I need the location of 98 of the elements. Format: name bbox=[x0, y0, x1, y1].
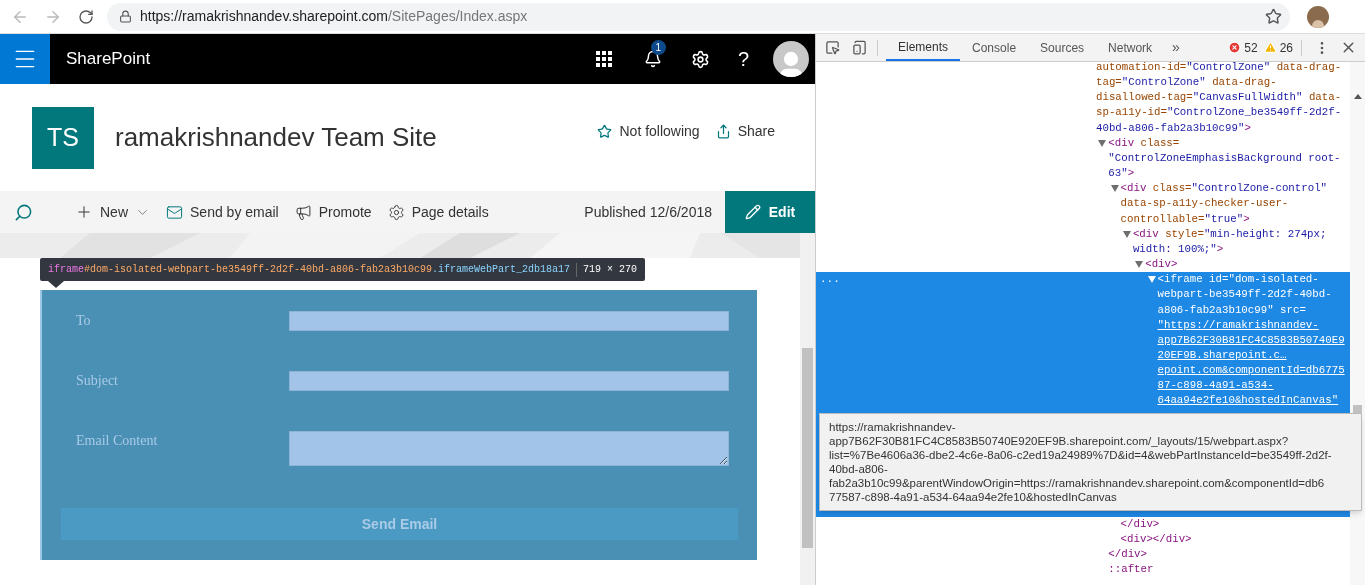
expanded-triangle-icon[interactable] bbox=[1110, 185, 1119, 193]
code-node-row[interactable]: <div class="ControlZone-control" data-sp-a11y-checker-user- controllable="true"> bbox=[816, 181, 1351, 227]
email-content-field[interactable] bbox=[289, 431, 729, 466]
code-line[interactable]: <iframe id="dom-isolated- bbox=[1157, 272, 1319, 288]
notification-count: 1 bbox=[650, 40, 666, 55]
code-line[interactable]: controllable="true"> bbox=[1120, 211, 1250, 227]
profile-avatar-icon[interactable] bbox=[1307, 5, 1329, 28]
element-tag: iframe bbox=[48, 263, 84, 276]
text-field[interactable] bbox=[289, 371, 729, 391]
code-line[interactable]: automation-id="ControlZone" data-drag- bbox=[1096, 62, 1342, 76]
url-path: /SitePages/Index.aspx bbox=[388, 7, 528, 26]
code-line[interactable]: 63"> bbox=[1108, 166, 1135, 182]
search-icon[interactable] bbox=[14, 202, 33, 222]
code-line[interactable]: </div> bbox=[1108, 546, 1147, 563]
share-button[interactable]: Share bbox=[715, 121, 775, 142]
help-glyph[interactable]: ? bbox=[737, 44, 749, 74]
expanded-triangle-icon[interactable] bbox=[1122, 230, 1131, 238]
field-label: Email Content bbox=[76, 432, 159, 450]
star-icon bbox=[597, 124, 613, 139]
bookmark-star-icon[interactable] bbox=[1265, 8, 1282, 25]
element-class: .iframeWebPart_2db18a17 bbox=[432, 263, 571, 276]
code-link[interactable]: 20EF9B.sharepoint.c… bbox=[1157, 347, 1287, 364]
user-avatar-icon[interactable] bbox=[773, 41, 809, 77]
error-icon bbox=[1228, 41, 1242, 54]
code-line[interactable]: <div style="min-height: 274px; bbox=[1132, 226, 1327, 242]
code-link[interactable]: epoint.com&componentId=db6775 bbox=[1157, 363, 1345, 379]
code-link[interactable]: "https://ramakrishnandev- bbox=[1157, 317, 1319, 333]
code-line[interactable]: disallowed-tag="CanvasFullWidth" data- bbox=[1096, 90, 1342, 106]
selection-ellipsis[interactable]: ... bbox=[820, 272, 840, 288]
devtools-tab[interactable]: Sources bbox=[1028, 34, 1097, 61]
site-title[interactable]: ramakrishnandev Team Site bbox=[115, 118, 437, 157]
menu-button[interactable] bbox=[0, 34, 50, 84]
lock-icon bbox=[119, 10, 132, 23]
code-line[interactable]: a806-fab2a3b10c99" src= bbox=[1157, 302, 1306, 318]
code-line[interactable]: data-sp-a11y-checker-user- bbox=[1120, 196, 1289, 212]
url-host: https://ramakrishnandev.sharepoint.com bbox=[140, 7, 388, 26]
warning-count[interactable]: 26 bbox=[1279, 38, 1293, 57]
field-label: To bbox=[76, 312, 92, 330]
pencil-icon bbox=[744, 204, 761, 220]
scrollbar-thumb[interactable] bbox=[802, 348, 813, 548]
mail-icon bbox=[166, 203, 183, 221]
code-line[interactable]: tag="ControlZone" data-drag- bbox=[1096, 75, 1277, 91]
code-line[interactable]: ::after bbox=[1108, 562, 1154, 578]
command-button[interactable]: New bbox=[75, 201, 150, 223]
share-icon bbox=[715, 124, 731, 139]
code-line[interactable]: webpart-be3549ff-2d2f-40bd- bbox=[1157, 287, 1332, 303]
field-label: Subject bbox=[76, 372, 119, 390]
devtools-tab[interactable]: Network bbox=[1096, 34, 1165, 61]
code-line[interactable]: sp-a11y-id="ControlZone_be3549ff-2d2f- bbox=[1096, 105, 1342, 121]
code-link[interactable]: 64aa94e2fe10&hostedInCanvas" bbox=[1157, 393, 1339, 409]
published-date: Published 12/6/2018 bbox=[584, 202, 712, 222]
site-logo[interactable]: TS bbox=[32, 106, 94, 169]
follow-button[interactable]: Not following bbox=[597, 121, 700, 142]
more-tabs-button[interactable]: » bbox=[1164, 34, 1188, 61]
code-link[interactable]: 87-c898-4a91-a534- bbox=[1157, 378, 1274, 394]
code-line[interactable]: width: 100%;"> bbox=[1132, 241, 1224, 258]
tooltip-line: https://ramakrishnandev- bbox=[829, 420, 956, 434]
devtools-tab[interactable]: Console bbox=[960, 34, 1029, 61]
code-line[interactable]: <div></div> bbox=[1120, 531, 1192, 547]
gear-icon bbox=[387, 203, 405, 221]
address-bar[interactable]: https://ramakrishnandev.sharepoint.com/SitePages/Index.aspx bbox=[107, 2, 1290, 31]
edit-button[interactable]: Edit bbox=[725, 191, 815, 233]
tooltip-line: list=%7Be4606a36-dbe2-4c6e-8a06-c2ed19a24989%7D&id=4&webPartInstanceId=be3549ff-2d2f- bbox=[829, 448, 1332, 462]
command-button[interactable]: Send by email bbox=[166, 201, 279, 223]
warning-icon bbox=[1263, 41, 1277, 54]
code-line[interactable]: "ControlZoneEmphasisBackground root- bbox=[1108, 150, 1341, 167]
code-line[interactable]: <div class="ControlZone-control" bbox=[1120, 181, 1328, 197]
command-button[interactable]: Page details bbox=[387, 201, 489, 223]
error-count[interactable]: 52 bbox=[1244, 38, 1258, 57]
devtools-tab[interactable]: Elements bbox=[886, 34, 961, 61]
app-launcher-icon[interactable] bbox=[595, 51, 612, 67]
command-button[interactable]: Promote bbox=[294, 201, 372, 223]
device-toolbar-icon[interactable] bbox=[852, 40, 867, 55]
code-node-row[interactable]: <div class= "ControlZoneEmphasisBackground root- 63"> bbox=[816, 135, 1351, 182]
code-node-row[interactable]: <div></div> bbox=[816, 531, 1351, 547]
expanded-triangle-icon[interactable] bbox=[1098, 139, 1107, 147]
tooltip-line: 40bd-a806- bbox=[829, 462, 888, 476]
code-line[interactable]: 40bd-a806-fab2a3b10c99"> bbox=[1096, 120, 1251, 136]
code-node-row[interactable]: <div style="min-height: 274px; width: 100%;"> bbox=[816, 226, 1351, 258]
tooltip-line: fab2a3b10c99&parentWindowOrigin=https://ramakrishnandev.sharepoint.com&componentId=db6 bbox=[829, 476, 1325, 490]
reload-icon[interactable] bbox=[78, 8, 94, 25]
bell-icon[interactable] bbox=[643, 50, 662, 68]
code-node-row[interactable]: automation-id="ControlZone" data-drag- tag="ControlZone" data-drag- disallowed-tag="CanvasFullWidth" data- sp-a11y-id="ControlZone_be3549ff-2d2f- 40bd-a806-fab2a3b10c99"> bbox=[816, 62, 1351, 136]
page-scrollbar[interactable] bbox=[800, 233, 815, 585]
element-size: 719 × 270 bbox=[583, 263, 638, 276]
inspect-icon[interactable] bbox=[825, 40, 840, 55]
app-name[interactable]: SharePoint bbox=[66, 46, 151, 72]
code-link[interactable]: app7B62F30B81FC4C8583B50740E9 bbox=[1157, 332, 1345, 348]
code-line[interactable]: <div class= bbox=[1108, 135, 1180, 151]
code-line[interactable]: </div> bbox=[1120, 516, 1160, 532]
settings-icon[interactable] bbox=[690, 49, 710, 69]
megaphone-icon bbox=[294, 203, 312, 221]
element-id: #dom-isolated-webpart-be3549ff-2d2f-40bd-a806-fab2a3b10c99 bbox=[84, 263, 433, 276]
tooltip-line: app7B62F30B81FC4C8583B50740E920EF9B.sharepoint.com/_layouts/15/webpart.aspx? bbox=[829, 434, 1289, 448]
text-field[interactable] bbox=[289, 311, 729, 331]
plus-icon bbox=[75, 203, 93, 221]
tooltip-line: 77587-c898-4a91-a534-64aa94e2fe10&hostedInCanvas bbox=[829, 490, 1117, 504]
code-node-row[interactable]: ::after bbox=[816, 562, 1351, 578]
